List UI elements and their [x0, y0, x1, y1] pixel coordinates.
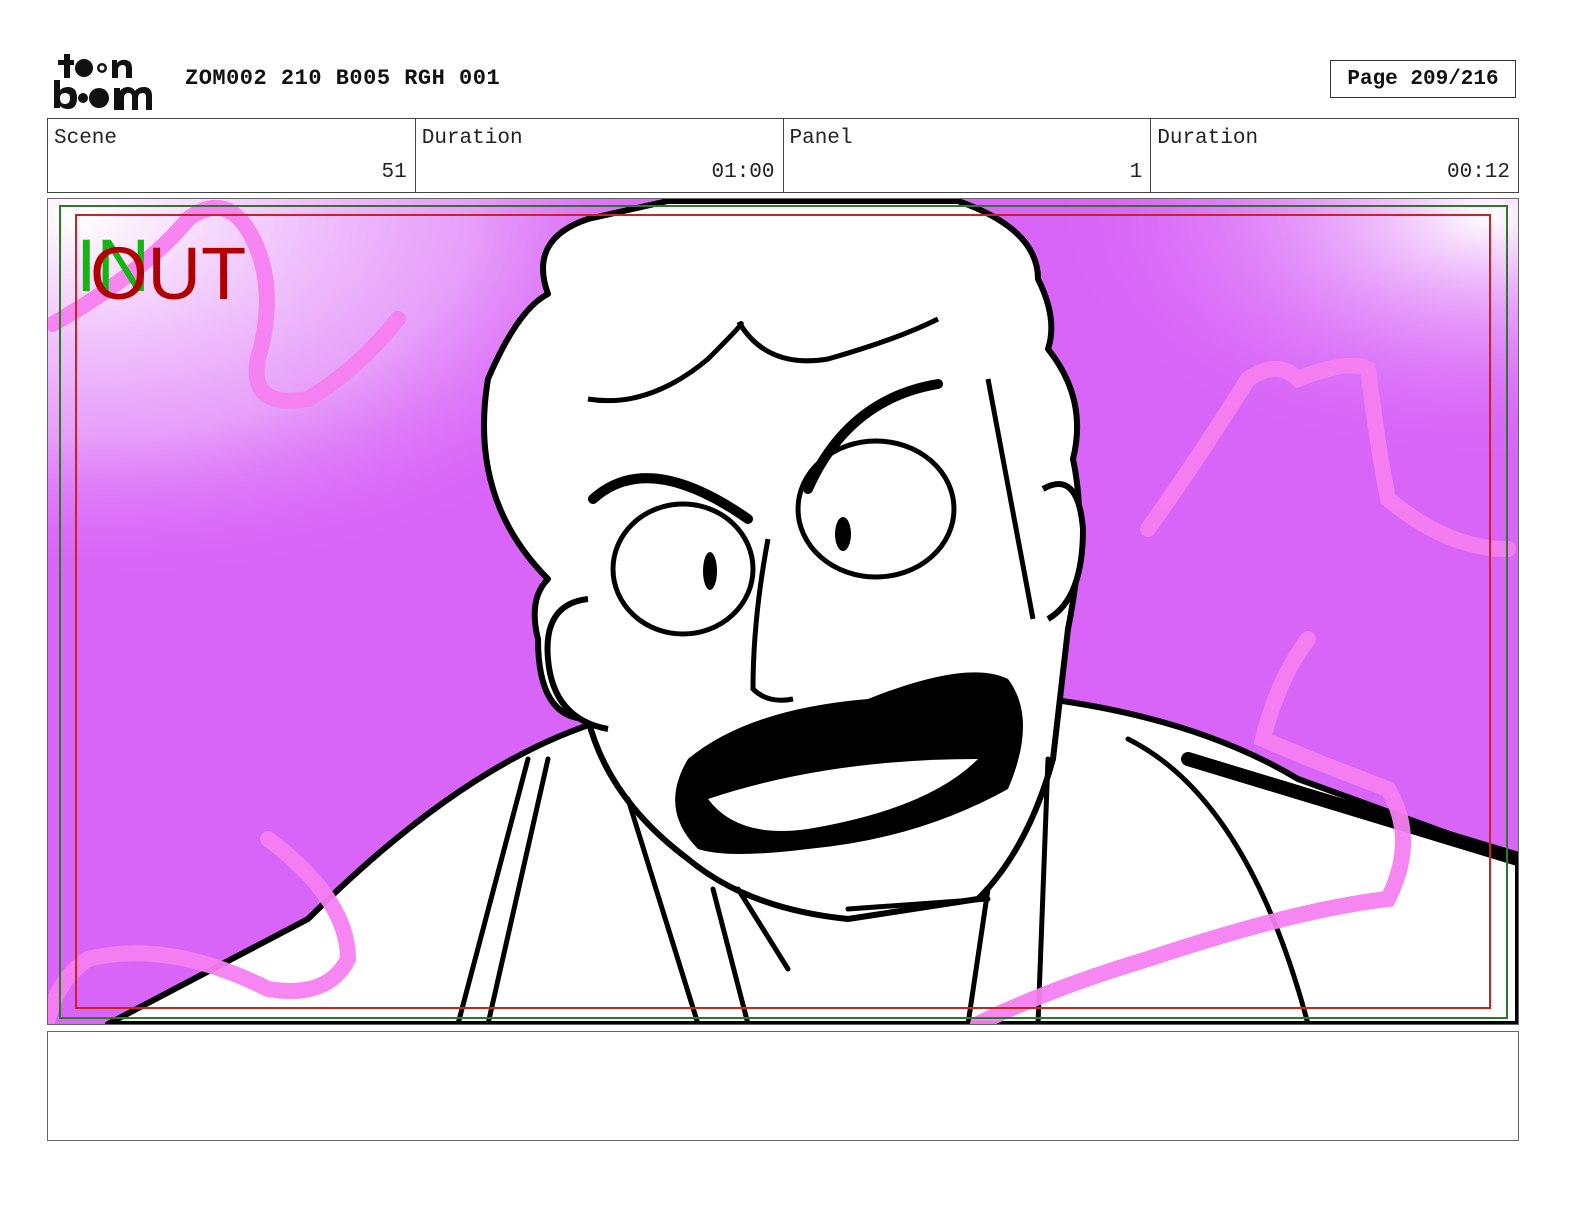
document-title: ZOM002 210 B005 RGH 001 — [185, 66, 501, 91]
storyboard-panel-image[interactable]: IN OUT — [47, 198, 1519, 1025]
panel-duration-label: Duration — [1157, 127, 1259, 150]
page-indicator: Page 209/216 — [1330, 60, 1516, 98]
panel-info-table: Scene 51 Duration 01:00 Panel 1 Duration… — [47, 118, 1519, 193]
scene-value: 51 — [381, 161, 407, 184]
panel-cell: Panel 1 — [784, 119, 1152, 192]
scene-duration-value: 01:00 — [711, 161, 775, 184]
toon-boom-logo — [54, 54, 152, 110]
out-marker: OUT — [90, 232, 247, 315]
panel-value: 1 — [1129, 161, 1143, 184]
panel-drawing — [48, 199, 1518, 1024]
scene-label: Scene — [54, 127, 118, 150]
panel-duration-cell: Duration 00:12 — [1151, 119, 1518, 192]
scene-duration-label: Duration — [421, 127, 523, 150]
scene-cell: Scene 51 — [48, 119, 416, 192]
left-eye — [610, 501, 756, 637]
scene-duration-cell: Duration 01:00 — [416, 119, 784, 192]
panel-label: Panel — [789, 127, 853, 150]
panel-notes-box[interactable] — [47, 1031, 1519, 1141]
panel-duration-value: 00:12 — [1446, 161, 1510, 184]
